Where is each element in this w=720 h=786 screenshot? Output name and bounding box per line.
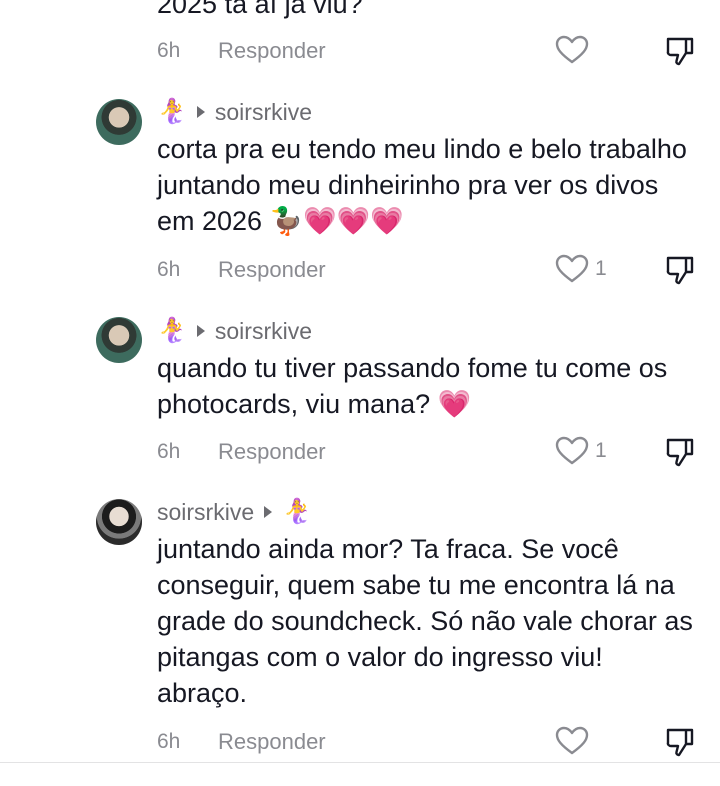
thumbs-down-icon bbox=[666, 37, 694, 66]
thumbs-down-icon bbox=[666, 256, 694, 285]
like-button[interactable]: 1 bbox=[555, 436, 607, 466]
divider bbox=[0, 762, 720, 763]
comment-meta: 🧜‍♀️ soirsrkive bbox=[157, 316, 312, 346]
avatar[interactable] bbox=[96, 317, 142, 363]
comment-author[interactable]: soirsrkive bbox=[215, 318, 312, 345]
dislike-button[interactable] bbox=[664, 35, 696, 72]
comment-actions: 6h Responder bbox=[0, 35, 720, 69]
comment-time: 6h bbox=[157, 258, 181, 281]
comment-time: 6h bbox=[157, 440, 181, 463]
sticker-icon: 🧜‍♀️ bbox=[282, 498, 313, 525]
comment-text-cutoff: 2025 ta aí já viu? bbox=[157, 0, 363, 19]
reply-button[interactable]: Responder bbox=[218, 439, 326, 465]
thumbs-down-icon bbox=[666, 728, 694, 757]
like-count: 1 bbox=[595, 439, 607, 462]
comment-text: corta pra eu tendo meu lindo e belo trab… bbox=[157, 134, 687, 236]
comment-time: 6h bbox=[157, 730, 181, 753]
heart-icon bbox=[555, 254, 589, 283]
thumbs-down-icon bbox=[666, 438, 694, 467]
reply-arrow-icon bbox=[196, 106, 205, 118]
comment-actions: 6h Responder 1 bbox=[0, 254, 720, 288]
heart-icon bbox=[555, 436, 589, 465]
dislike-button[interactable] bbox=[664, 436, 696, 473]
like-button[interactable]: 1 bbox=[555, 254, 607, 284]
reply-button[interactable]: Responder bbox=[218, 729, 326, 755]
comment-time: 6h bbox=[157, 39, 181, 62]
comments-page: 2025 ta aí já viu? 6h Responder 🧜‍♀️ soi… bbox=[0, 0, 720, 786]
heart-icon bbox=[555, 726, 589, 755]
avatar[interactable] bbox=[96, 499, 142, 545]
like-count: 1 bbox=[595, 257, 607, 280]
comment-text: juntando ainda mor? Ta fraca. Se você co… bbox=[157, 534, 693, 708]
reply-button[interactable]: Responder bbox=[218, 257, 326, 283]
like-button[interactable] bbox=[555, 35, 595, 65]
dislike-button[interactable] bbox=[664, 254, 696, 291]
heart-icon bbox=[555, 35, 589, 64]
sticker-icon: 🧜‍♀️ bbox=[157, 317, 187, 344]
comment-actions: 6h Responder bbox=[0, 726, 720, 760]
reply-button[interactable]: Responder bbox=[218, 38, 326, 64]
avatar[interactable] bbox=[96, 99, 142, 145]
dislike-button[interactable] bbox=[664, 726, 696, 763]
comment-author[interactable]: soirsrkive bbox=[157, 499, 254, 526]
reply-arrow-icon bbox=[264, 506, 273, 518]
comment-meta: soirsrkive 🧜‍♀️ bbox=[157, 497, 312, 527]
reply-arrow-icon bbox=[196, 325, 205, 337]
comment-author[interactable]: soirsrkive bbox=[215, 99, 312, 126]
comment-meta: 🧜‍♀️ soirsrkive bbox=[157, 97, 312, 127]
comment-actions: 6h Responder 1 bbox=[0, 436, 720, 470]
comment-text: quando tu tiver passando fome tu come os… bbox=[157, 353, 668, 419]
sticker-icon: 🧜‍♀️ bbox=[157, 98, 187, 125]
like-button[interactable] bbox=[555, 726, 595, 756]
